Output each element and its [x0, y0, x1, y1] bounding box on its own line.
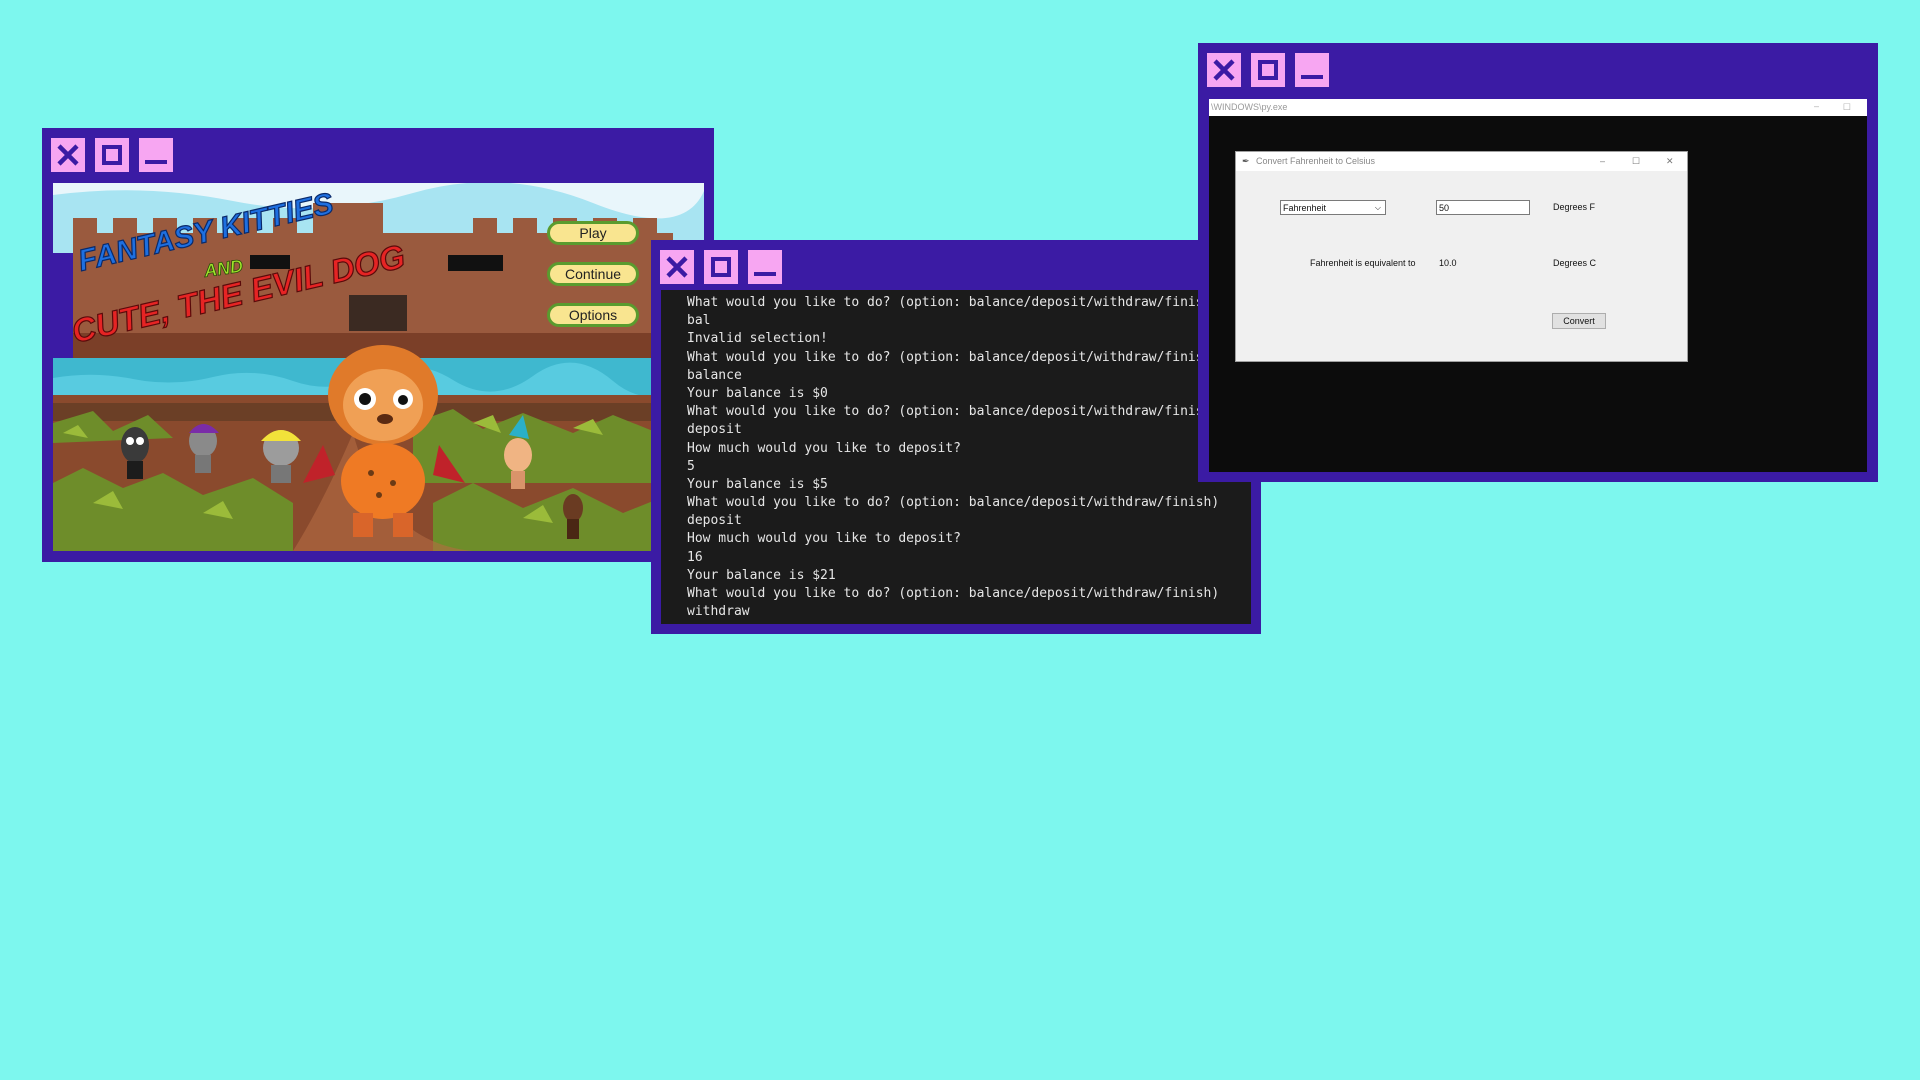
input-unit-label: Degrees F — [1553, 202, 1596, 212]
console-line: withdraw — [687, 604, 750, 620]
unit-select-value: Fahrenheit — [1283, 203, 1327, 213]
console-line: Invalid selection! — [687, 331, 828, 347]
close-icon[interactable]: ✕ — [1666, 152, 1674, 171]
console-line: 16 — [687, 549, 703, 565]
window-controls — [51, 138, 173, 172]
feather-icon: ✒ — [1242, 156, 1250, 166]
maximize-icon[interactable] — [704, 250, 738, 284]
console-line: Your balance is $5 — [687, 476, 828, 492]
result-value: 10.0 — [1439, 258, 1457, 268]
game-scene: FANTASY KITTIES AND CUTE, THE EVIL DOG P… — [53, 183, 704, 551]
window-controls — [660, 250, 782, 284]
py-exe-title: \WINDOWS\py.exe — [1211, 102, 1288, 112]
maximize-icon[interactable]: ☐ — [1843, 99, 1851, 116]
converter-dialog: ✒ Convert Fahrenheit to Celsius – ☐ ✕ Fa… — [1235, 151, 1688, 362]
continue-button[interactable]: Continue — [547, 262, 639, 286]
console-output[interactable]: What would you like to do? (option: bala… — [661, 290, 1251, 624]
close-icon[interactable] — [51, 138, 85, 172]
unit-select[interactable]: Fahrenheit ⌵ — [1280, 200, 1386, 215]
console-line: What would you like to do? (option: bala… — [687, 295, 1220, 310]
console-line: What would you like to do? (option: bala… — [687, 404, 1220, 420]
minimize-icon[interactable] — [748, 250, 782, 284]
minimize-icon[interactable]: – — [1600, 152, 1605, 171]
console-line: What would you like to do? (option: bala… — [687, 349, 1220, 365]
equivalent-label: Fahrenheit is equivalent to — [1310, 258, 1416, 268]
chevron-down-icon: ⌵ — [1374, 203, 1381, 212]
console-line: deposit — [687, 422, 742, 438]
convert-button[interactable]: Convert — [1552, 313, 1606, 329]
maximize-icon[interactable] — [95, 138, 129, 172]
temperature-input[interactable]: 50 — [1436, 200, 1530, 215]
console-line: Your balance is $21 — [687, 567, 836, 583]
console-line: balance — [687, 367, 742, 383]
py-exe-titlebar: \WINDOWS\py.exe – ☐ — [1209, 99, 1867, 116]
console-line: What would you like to do? (option: bala… — [687, 495, 1220, 511]
console-line: deposit — [687, 513, 742, 529]
close-icon[interactable] — [660, 250, 694, 284]
console-line: What would you like to do? (option: bala… — [687, 586, 1220, 601]
console-line: 5 — [687, 458, 695, 474]
maximize-icon[interactable] — [1251, 53, 1285, 87]
close-icon[interactable] — [1207, 53, 1241, 87]
minimize-icon[interactable] — [1295, 53, 1329, 87]
console-line: Your balance is $0 — [687, 385, 828, 401]
result-unit-label: Degrees C — [1553, 258, 1597, 268]
window-controls — [1207, 53, 1329, 87]
minimize-icon[interactable]: – — [1814, 99, 1819, 115]
console-line: How much would you like to deposit? — [687, 440, 961, 456]
minimize-icon[interactable] — [139, 138, 173, 172]
console-line: bal — [687, 313, 711, 329]
dialog-title: Convert Fahrenheit to Celsius — [1256, 156, 1376, 166]
game-window: FANTASY KITTIES AND CUTE, THE EVIL DOG P… — [42, 128, 714, 562]
py-console: \WINDOWS\py.exe – ☐ ✒ Convert Fahrenheit… — [1209, 99, 1867, 472]
converter-window: \WINDOWS\py.exe – ☐ ✒ Convert Fahrenheit… — [1198, 43, 1878, 482]
dialog-titlebar: ✒ Convert Fahrenheit to Celsius – ☐ ✕ — [1236, 152, 1687, 171]
console-window: What would you like to do? (option: bala… — [651, 240, 1261, 634]
play-button[interactable]: Play — [547, 221, 639, 245]
options-button[interactable]: Options — [547, 303, 639, 327]
maximize-icon[interactable]: ☐ — [1632, 152, 1640, 171]
console-line: How much would you like to deposit? — [687, 531, 961, 547]
